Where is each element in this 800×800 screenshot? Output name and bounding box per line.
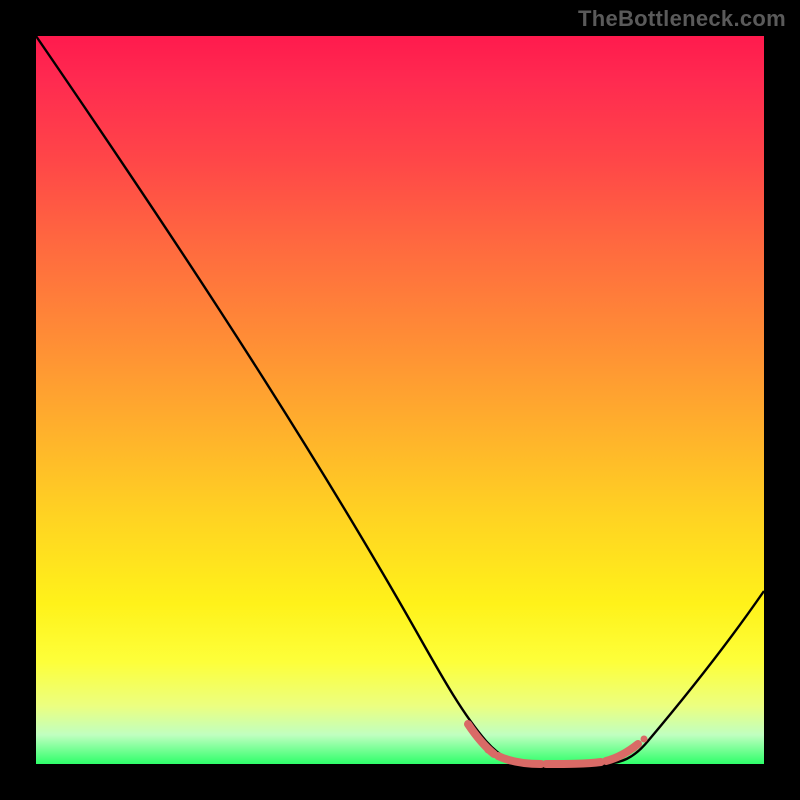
- watermark-label: TheBottleneck.com: [578, 6, 786, 32]
- bottleneck-curve: [36, 36, 764, 764]
- chart-frame: TheBottleneck.com: [0, 0, 800, 800]
- plot-area: [36, 36, 764, 764]
- chart-svg: [36, 36, 764, 764]
